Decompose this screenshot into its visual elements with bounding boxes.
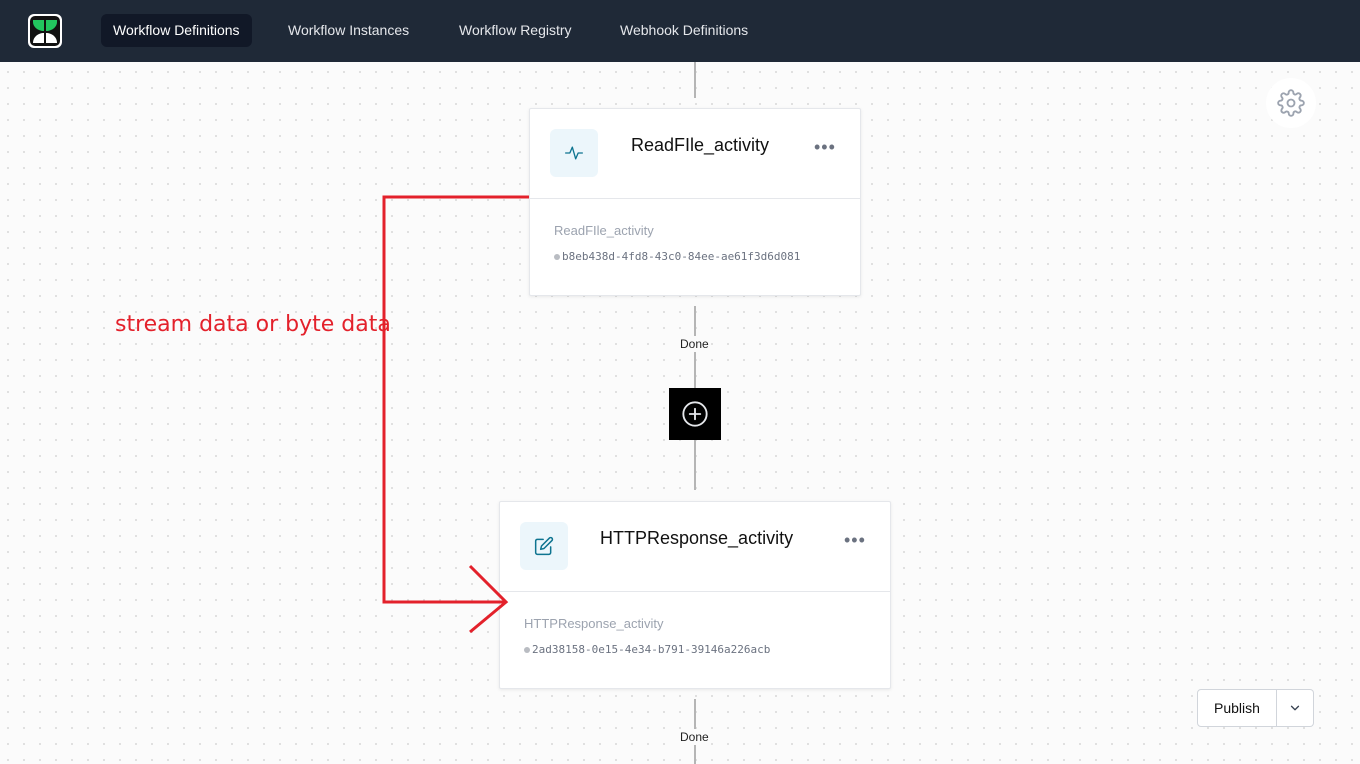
activity-subtitle: ReadFIle_activity — [554, 223, 654, 238]
activity-title: HTTPResponse_activity — [600, 528, 794, 548]
activity-id: 2ad38158-0e15-4e34-b791-39146a226acb — [524, 643, 866, 656]
edit-icon — [534, 536, 554, 556]
status-dot — [524, 646, 530, 653]
activity-id-text: b8eb438d-4fd8-43c0-84ee-ae61f3d6d081 — [562, 250, 801, 263]
settings-button[interactable] — [1266, 78, 1316, 128]
nav-workflow-registry[interactable]: Workflow Registry — [447, 14, 584, 47]
nav-workflow-instances[interactable]: Workflow Instances — [276, 14, 421, 47]
activity-card-httpresponse[interactable]: HTTPResponse_activity ••• HTTPResponse_a… — [499, 501, 891, 689]
activity-card-header: ReadFIle_activity ••• — [530, 109, 860, 199]
activity-id: b8eb438d-4fd8-43c0-84ee-ae61f3d6d081 — [554, 250, 836, 263]
activity-menu-button[interactable]: ••• — [844, 530, 866, 551]
activity-icon-box — [550, 129, 598, 177]
publish-button[interactable]: Publish — [1197, 689, 1277, 727]
outcome-label: Done — [678, 729, 711, 745]
elsa-logo-icon[interactable] — [28, 14, 62, 48]
activity-icon-box — [520, 522, 568, 570]
add-activity-button[interactable] — [669, 388, 721, 440]
chevron-down-icon — [1290, 705, 1300, 711]
connector-line — [694, 62, 696, 98]
plus-circle-icon — [682, 401, 708, 427]
gear-icon — [1277, 89, 1305, 117]
publish-button-group: Publish — [1197, 689, 1314, 727]
connector-line — [694, 440, 696, 490]
activity-title: ReadFIle_activity — [631, 135, 770, 155]
activity-card-header: HTTPResponse_activity ••• — [500, 502, 890, 592]
top-navbar: Workflow Definitions Workflow Instances … — [0, 0, 1360, 62]
nav-workflow-definitions[interactable]: Workflow Definitions — [101, 14, 252, 47]
outcome-label: Done — [678, 336, 711, 352]
nav-webhook-definitions[interactable]: Webhook Definitions — [608, 14, 760, 47]
status-dot — [554, 253, 560, 260]
activity-id-text: 2ad38158-0e15-4e34-b791-39146a226acb — [532, 643, 771, 656]
activity-subtitle: HTTPResponse_activity — [524, 616, 664, 631]
activity-menu-button[interactable]: ••• — [814, 137, 836, 158]
activity-card-readfile[interactable]: ReadFIle_activity ••• ReadFIle_activity … — [529, 108, 861, 296]
annotation-text: stream data or byte data — [115, 312, 391, 337]
activity-pulse-icon — [565, 146, 583, 160]
publish-dropdown-button[interactable] — [1276, 689, 1314, 727]
